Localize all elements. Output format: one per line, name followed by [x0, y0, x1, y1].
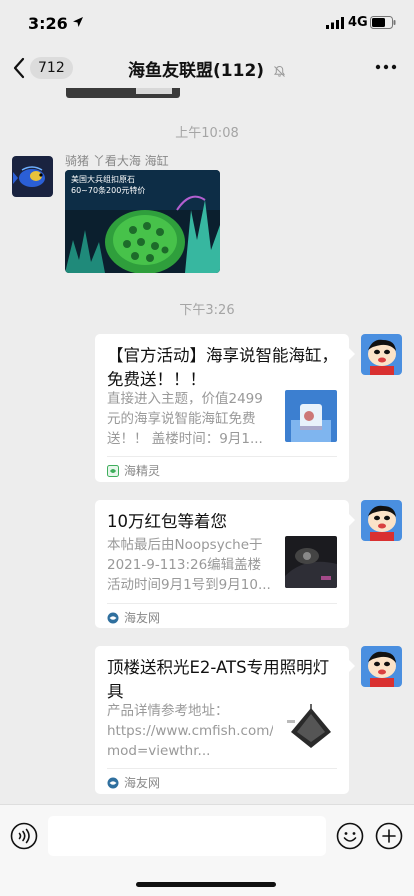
card-description: 产品详情参考地址：https://www.cmfish.com/bbs/foru… — [107, 703, 273, 759]
plus-icon[interactable] — [375, 822, 403, 850]
mute-icon — [273, 65, 285, 77]
card-title: 【官方活动】海享说智能海缸，免费送！！！ — [107, 346, 338, 389]
voice-icon[interactable] — [10, 822, 38, 850]
card-source: 海精灵 — [107, 462, 160, 479]
status-time: 3:26 — [28, 14, 68, 33]
cartoon-avatar-icon — [361, 334, 402, 375]
app-icon — [107, 464, 119, 477]
card-title: 顶楼送积光E2-ATS专用照明灯具 — [107, 658, 330, 701]
card-source: 海友网 — [107, 774, 160, 791]
card-description: 直接进入主题，价值2499元的海享说智能海缸免费送！！ 盖楼时间：9月1... — [107, 391, 263, 447]
more-icon[interactable] — [374, 58, 398, 76]
image-caption: 美国大兵组扣原石 60~70条200元特价 — [71, 174, 145, 196]
network-type: 4G — [348, 15, 368, 30]
chat-area[interactable]: 上午10:08 骑猪 丫看大海 海缸 美国大兵组扣原石 60~70条200元特价… — [0, 88, 414, 804]
card-divider — [107, 456, 337, 457]
cartoon-avatar-icon — [361, 500, 402, 541]
sender-name: 骑猪 丫看大海 海缸 — [65, 154, 169, 168]
caption-line: 60~70条200元特价 — [71, 186, 146, 195]
app-icon — [107, 777, 119, 788]
card-source: 海友网 — [107, 609, 160, 626]
card-source-name: 海精灵 — [124, 464, 161, 478]
card-title: 10万红包等着您 — [107, 512, 227, 531]
chat-title: 海鱼友联盟(112) — [128, 61, 265, 81]
avatar[interactable] — [361, 500, 402, 541]
emoji-icon[interactable] — [336, 822, 364, 850]
nav-bar: 712 海鱼友联盟(112) — [0, 46, 414, 88]
message-input[interactable] — [48, 816, 326, 856]
battery-icon — [370, 16, 396, 29]
timestamp: 上午10:08 — [175, 126, 239, 141]
home-indicator[interactable] — [136, 882, 276, 887]
link-card[interactable]: 顶楼送积光E2-ATS专用照明灯具 产品详情参考地址：https://www.c… — [95, 646, 355, 794]
image-message[interactable]: 美国大兵组扣原石 60~70条200元特价 — [65, 170, 220, 273]
caption-line: 美国大兵组扣原石 — [71, 175, 135, 184]
link-card[interactable]: 10万红包等着您 本帖最后由Noopsyche于 2021-9-113:26编辑… — [95, 500, 355, 628]
card-thumbnail — [285, 536, 337, 588]
avatar[interactable] — [361, 334, 402, 375]
cartoon-avatar-icon — [361, 646, 402, 687]
card-source-name: 海友网 — [124, 776, 161, 790]
card-divider — [107, 603, 337, 604]
avatar[interactable] — [361, 646, 402, 687]
card-description: 本帖最后由Noopsyche于 2021-9-113:26编辑盖楼活动时间9月1… — [107, 537, 271, 593]
previous-image-message[interactable] — [66, 88, 180, 98]
link-card[interactable]: 【官方活动】海享说智能海缸，免费送！！！ 直接进入主题，价值2499元的海享说智… — [95, 334, 355, 482]
chat-title-row: 海鱼友联盟(112) — [0, 56, 414, 81]
card-source-name: 海友网 — [124, 611, 161, 625]
app-icon — [107, 612, 119, 623]
card-thumbnail — [285, 702, 337, 754]
card-thumbnail — [285, 390, 337, 442]
timestamp: 下午3:26 — [179, 303, 235, 318]
location-arrow-icon — [73, 17, 83, 27]
avatar[interactable] — [12, 156, 53, 197]
card-divider — [107, 768, 337, 769]
signal-icon — [326, 17, 344, 29]
fish-avatar-icon — [12, 156, 53, 197]
status-bar: 3:26 4G — [0, 0, 414, 46]
